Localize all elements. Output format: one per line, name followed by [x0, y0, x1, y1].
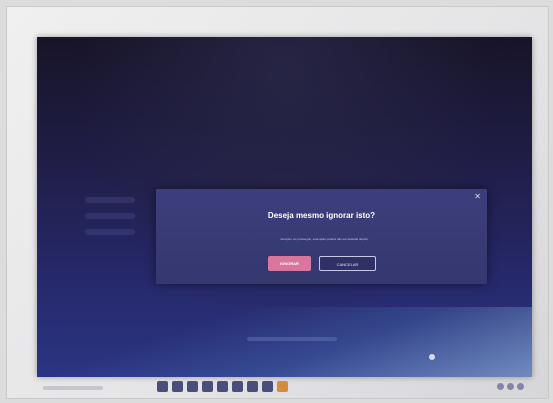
taskbar-app-icon[interactable] [247, 380, 258, 392]
taskbar-app-icon[interactable] [217, 380, 228, 392]
background-sidebar-item [85, 197, 135, 203]
taskbar-app-icon[interactable] [262, 380, 273, 392]
tray-icon[interactable] [507, 382, 514, 390]
photo-frame: ✕ Deseja mesmo ignorar isto? Atenção: ao… [6, 6, 549, 399]
system-tray [497, 381, 547, 391]
taskbar-app-icon[interactable] [187, 380, 198, 392]
dialog-message: Atenção: ao prosseguir, esta ação poderá… [280, 237, 369, 241]
close-icon[interactable]: ✕ [474, 193, 481, 201]
monitor-screen: ✕ Deseja mesmo ignorar isto? Atenção: ao… [37, 37, 532, 377]
dialog-title: Deseja mesmo ignorar isto? [267, 211, 376, 220]
taskbar-app-icon[interactable] [277, 380, 288, 392]
taskbar-search[interactable] [43, 386, 103, 390]
tray-icon[interactable] [497, 382, 504, 390]
screen-glare [37, 307, 532, 377]
taskbar [157, 379, 347, 393]
taskbar-app-icon[interactable] [172, 380, 183, 392]
taskbar-app-icon[interactable] [157, 380, 168, 392]
mouse-cursor-icon [429, 354, 435, 360]
tray-icon[interactable] [517, 382, 524, 390]
background-sidebar-item [85, 213, 135, 219]
background-sidebar [85, 187, 135, 307]
taskbar-app-icon[interactable] [202, 380, 213, 392]
cancel-button[interactable]: CANCELAR [319, 256, 376, 271]
confirm-dialog: ✕ Deseja mesmo ignorar isto? Atenção: ao… [156, 189, 487, 284]
confirm-button[interactable]: IGNORAR [268, 256, 311, 271]
background-sidebar-item [85, 229, 135, 235]
taskbar-app-icon[interactable] [232, 380, 243, 392]
